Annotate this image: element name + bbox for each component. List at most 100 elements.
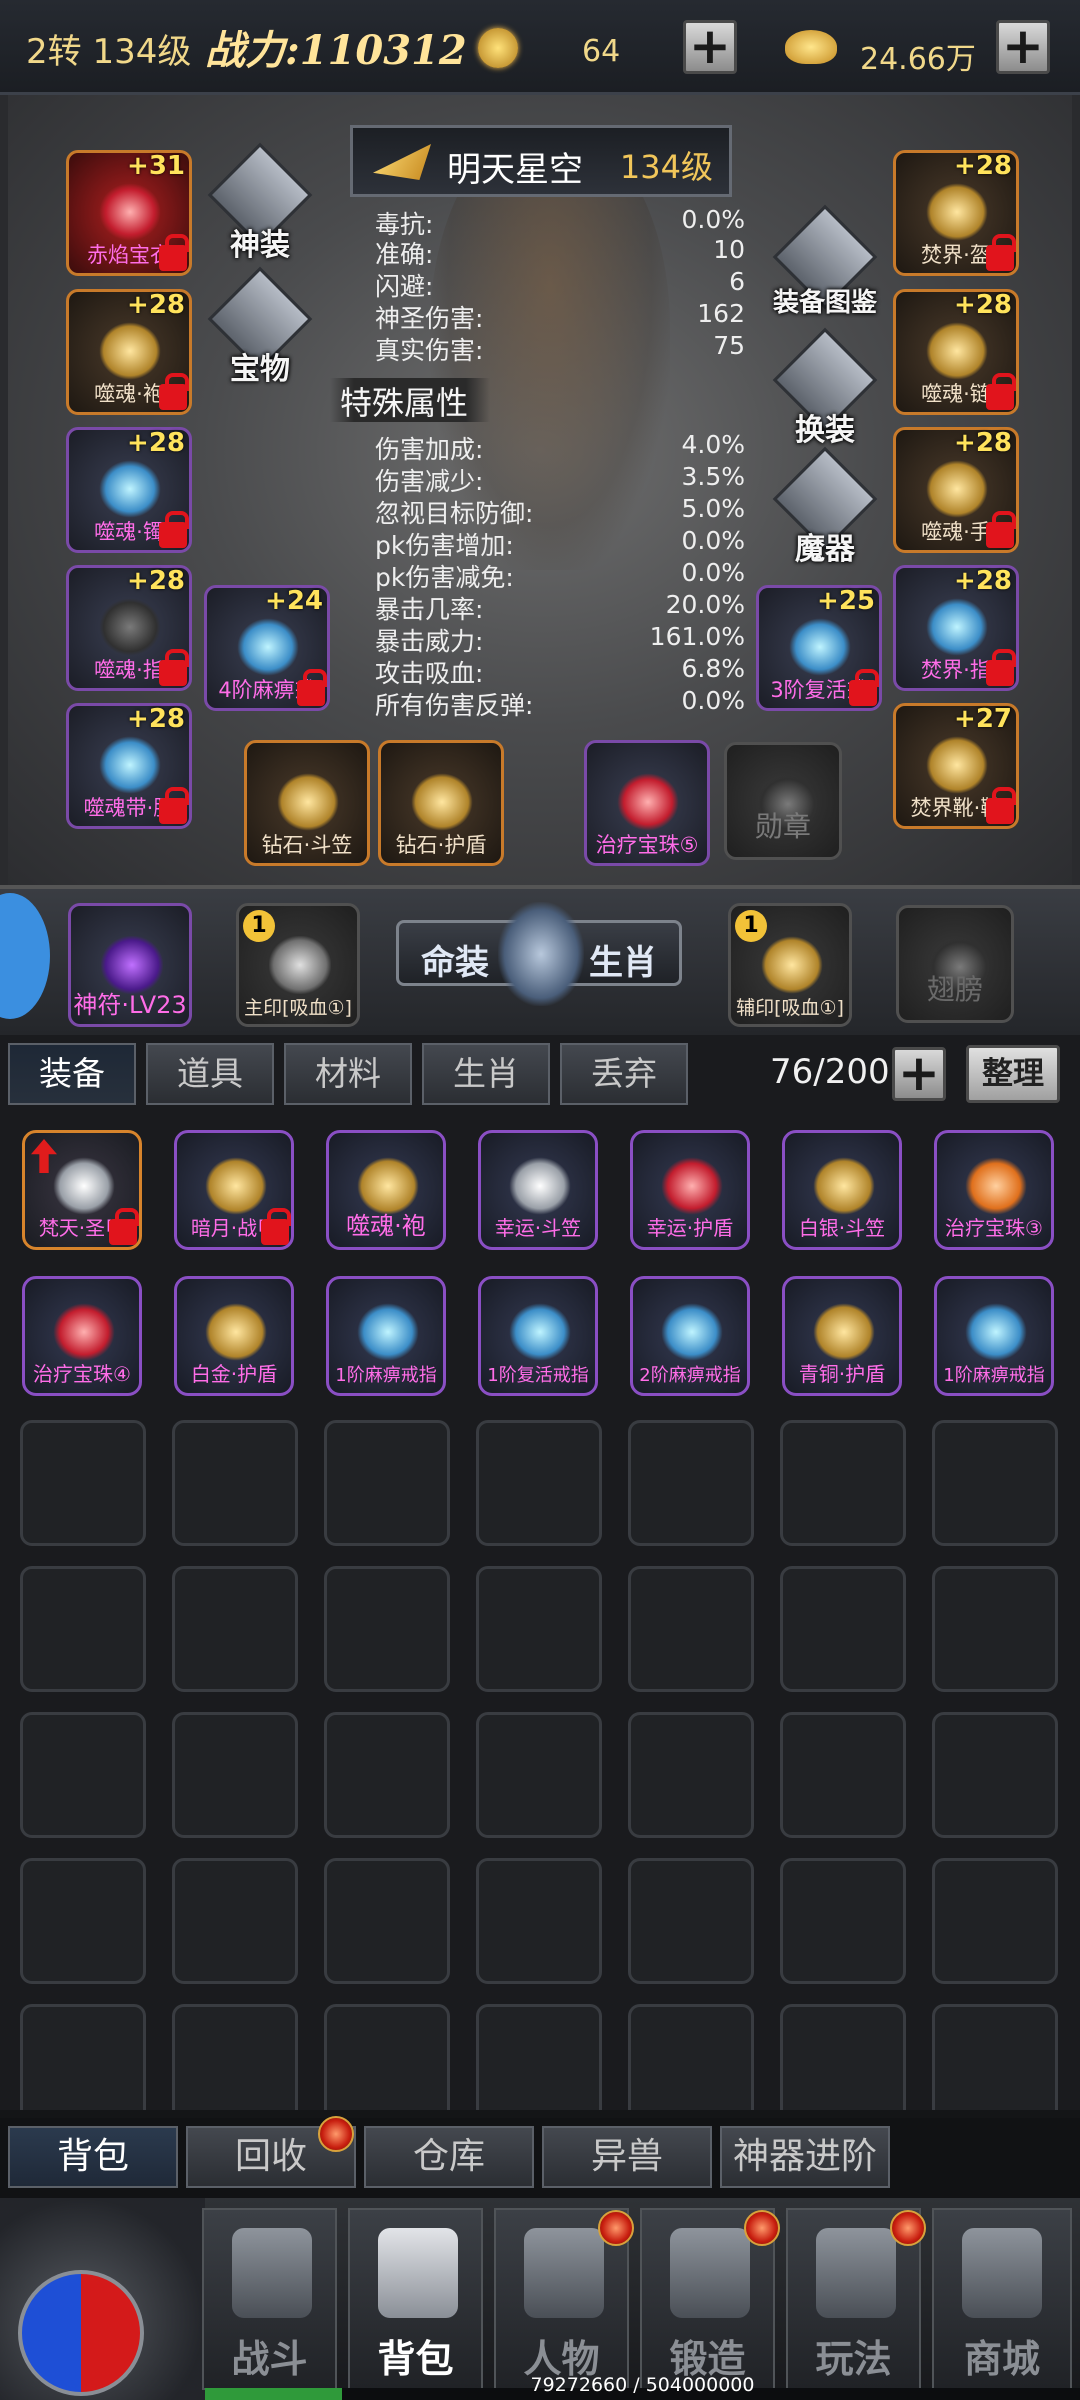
empty-slot[interactable] bbox=[476, 2004, 602, 2110]
tab-zodiac[interactable]: 生肖 bbox=[422, 1043, 550, 1105]
lock-icon bbox=[159, 234, 189, 271]
inventory-item[interactable]: 白银·斗笠 bbox=[782, 1130, 902, 1250]
add-coins-button[interactable]: + bbox=[683, 20, 737, 74]
equip-slot-paralysis-ring[interactable]: +24 4阶麻痹戒 bbox=[204, 585, 330, 711]
tab-discard[interactable]: 丢弃 bbox=[560, 1043, 688, 1105]
inventory-item[interactable]: 白金·护盾 bbox=[174, 1276, 294, 1396]
equip-codex-button[interactable]: 装备图鉴 bbox=[770, 204, 880, 330]
empty-slot[interactable] bbox=[628, 2004, 754, 2110]
demon-artifact-button[interactable]: 魔器 bbox=[770, 446, 880, 572]
divine-equip-button[interactable]: 神装 bbox=[205, 142, 315, 268]
empty-slot[interactable] bbox=[172, 1420, 298, 1546]
subtab-warehouse[interactable]: 仓库 bbox=[364, 2126, 534, 2188]
empty-slot[interactable] bbox=[780, 1566, 906, 1692]
empty-slot[interactable] bbox=[780, 1712, 906, 1838]
empty-slot[interactable] bbox=[780, 1858, 906, 1984]
empty-slot[interactable] bbox=[172, 1712, 298, 1838]
add-gold-button[interactable]: + bbox=[996, 20, 1050, 74]
equip-slot-ring-right[interactable]: +28 焚界·指 bbox=[893, 565, 1019, 691]
inventory-item[interactable]: 1阶麻痹戒指 bbox=[326, 1276, 446, 1396]
subtab-artifact-advance[interactable]: 神器进阶 bbox=[720, 2126, 890, 2188]
empty-slot[interactable] bbox=[932, 1566, 1058, 1692]
tab-equipment[interactable]: 装备 bbox=[8, 1043, 136, 1105]
empty-slot[interactable] bbox=[932, 1858, 1058, 1984]
main-seal-slot[interactable]: 1 主印[吸血①] bbox=[236, 903, 360, 1027]
empty-slot[interactable] bbox=[20, 2004, 146, 2110]
equip-slot-ring-left[interactable]: +28 噬魂·指 bbox=[66, 565, 192, 691]
equip-slot-glove[interactable]: +28 噬魂·手 bbox=[893, 427, 1019, 553]
empty-slot[interactable] bbox=[932, 1712, 1058, 1838]
change-outfit-button[interactable]: 换装 bbox=[770, 327, 880, 453]
item-label: 1阶复活戒指 bbox=[487, 1365, 589, 1386]
inventory-item[interactable]: 青铜·护盾 bbox=[782, 1276, 902, 1396]
subtab-beasts[interactable]: 异兽 bbox=[542, 2126, 712, 2188]
empty-slot[interactable] bbox=[20, 1420, 146, 1546]
rune-slot[interactable]: 神符·LV23 bbox=[68, 903, 192, 1027]
inventory-item[interactable]: 1阶麻痹戒指 bbox=[934, 1276, 1054, 1396]
empty-slot[interactable] bbox=[324, 1420, 450, 1546]
equip-slot-revive-ring[interactable]: +25 3阶复活戒 bbox=[756, 585, 882, 711]
empty-slot[interactable] bbox=[476, 1712, 602, 1838]
inventory-item[interactable]: 幸运·护盾 bbox=[630, 1130, 750, 1250]
aux-seal-slot[interactable]: 1 辅印[吸血①] bbox=[728, 903, 852, 1027]
sort-button[interactable]: 整理 bbox=[966, 1045, 1060, 1103]
equip-slot-medal[interactable]: 勋章 bbox=[724, 742, 842, 860]
inventory-item[interactable]: 暗月·战甲 bbox=[174, 1130, 294, 1250]
empty-slot[interactable] bbox=[476, 1566, 602, 1692]
equip-slot-armor[interactable]: +31 赤焰宝衣 bbox=[66, 150, 192, 276]
gold-count: 24.66万 bbox=[860, 42, 976, 77]
equip-slot-helmet[interactable]: +28 焚界·盔 bbox=[893, 150, 1019, 276]
empty-slot[interactable] bbox=[476, 1420, 602, 1546]
armor-icon bbox=[99, 183, 161, 241]
empty-slot[interactable] bbox=[932, 1420, 1058, 1546]
wings-slot[interactable]: 翅膀 bbox=[896, 905, 1014, 1023]
empty-slot[interactable] bbox=[628, 1858, 754, 1984]
empty-slot[interactable] bbox=[172, 1566, 298, 1692]
empty-slot[interactable] bbox=[324, 1566, 450, 1692]
equip-slot-boots[interactable]: +27 焚界靴·靴 bbox=[893, 703, 1019, 829]
equip-slot-belt[interactable]: +28 噬魂带·腰 bbox=[66, 703, 192, 829]
empty-slot[interactable] bbox=[324, 2004, 450, 2110]
nav-bag[interactable]: 背包 bbox=[348, 2208, 483, 2390]
treasure-label: 宝物 bbox=[230, 352, 290, 387]
empty-slot[interactable] bbox=[324, 1712, 450, 1838]
empty-slot[interactable] bbox=[20, 1858, 146, 1984]
expand-capacity-button[interactable]: + bbox=[892, 1047, 946, 1101]
equip-slot-hat[interactable]: 钻石·斗笠 bbox=[244, 740, 370, 866]
nav-battle[interactable]: 战斗 bbox=[202, 2208, 337, 2390]
empty-slot[interactable] bbox=[628, 1712, 754, 1838]
equip-slot-bracelet[interactable]: +28 噬魂·镯 bbox=[66, 427, 192, 553]
inventory-item[interactable]: 幸运·斗笠 bbox=[478, 1130, 598, 1250]
equip-slot-necklace[interactable]: +28 噬魂·链 bbox=[893, 289, 1019, 415]
empty-slot[interactable] bbox=[476, 1858, 602, 1984]
inventory-item[interactable]: 噬魂·袍 bbox=[326, 1130, 446, 1250]
empty-slot[interactable] bbox=[628, 1420, 754, 1546]
subtab-bag[interactable]: 背包 bbox=[8, 2126, 178, 2188]
inventory-item[interactable]: 2阶麻痹戒指 bbox=[630, 1276, 750, 1396]
zodiac-tab[interactable]: 生肖 bbox=[589, 935, 657, 984]
empty-slot[interactable] bbox=[20, 1566, 146, 1692]
empty-slot[interactable] bbox=[172, 1858, 298, 1984]
lock-icon bbox=[986, 373, 1016, 410]
inventory-item[interactable]: 梵天·圣甲 bbox=[22, 1130, 142, 1250]
inventory-item[interactable]: 治疗宝珠③ bbox=[934, 1130, 1054, 1250]
treasure-button[interactable]: 宝物 bbox=[205, 266, 315, 392]
armor-icon bbox=[205, 1157, 267, 1215]
empty-slot[interactable] bbox=[324, 1858, 450, 1984]
empty-slot[interactable] bbox=[932, 2004, 1058, 2110]
equip-slot-shield[interactable]: 钻石·护盾 bbox=[378, 740, 504, 866]
inventory-item[interactable]: 1阶复活戒指 bbox=[478, 1276, 598, 1396]
empty-slot[interactable] bbox=[628, 1566, 754, 1692]
empty-slot[interactable] bbox=[172, 2004, 298, 2110]
equip-slot-orb[interactable]: 治疗宝珠⑤ bbox=[584, 740, 710, 866]
equip-slot-robe[interactable]: +28 噬魂·袍 bbox=[66, 289, 192, 415]
empty-slot[interactable] bbox=[780, 2004, 906, 2110]
tab-materials[interactable]: 材料 bbox=[284, 1043, 412, 1105]
life-equip-tab[interactable]: 命装 bbox=[421, 935, 489, 984]
empty-slot[interactable] bbox=[20, 1712, 146, 1838]
inventory-item[interactable]: 治疗宝珠④ bbox=[22, 1276, 142, 1396]
tab-props[interactable]: 道具 bbox=[146, 1043, 274, 1105]
stat-name: 所有伤害反弹: bbox=[375, 691, 534, 720]
empty-slot[interactable] bbox=[780, 1420, 906, 1546]
nav-shop[interactable]: 商城 bbox=[932, 2208, 1072, 2390]
